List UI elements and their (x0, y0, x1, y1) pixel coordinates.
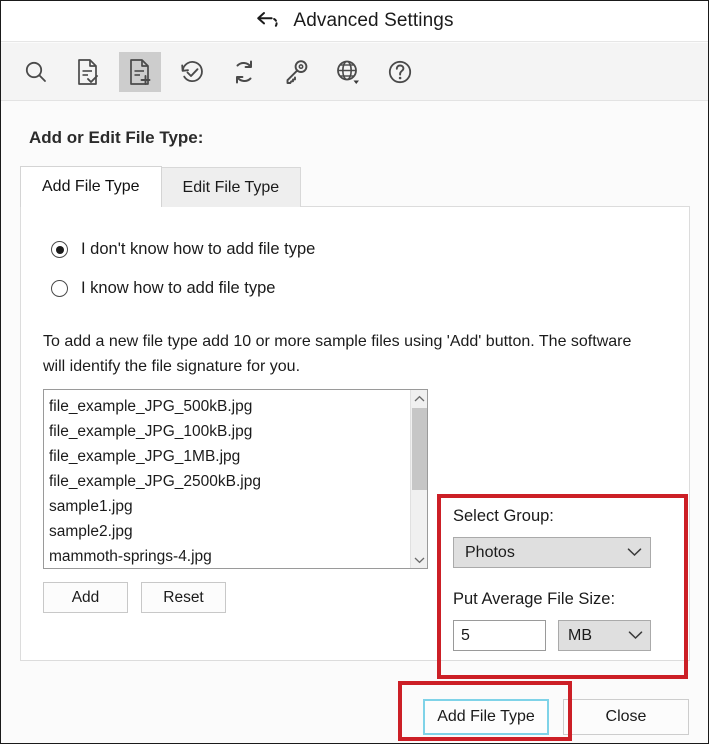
tab-edit-file-type[interactable]: Edit File Type (160, 167, 302, 207)
scroll-up-icon[interactable] (411, 390, 427, 407)
refresh-icon (231, 58, 257, 86)
select-group-dropdown[interactable]: Photos (453, 537, 651, 568)
back-arrow-icon[interactable] (255, 10, 281, 32)
radio-button[interactable] (51, 280, 68, 297)
toolbar-button-recovery-history[interactable] (171, 52, 213, 92)
add-button[interactable]: Add (43, 582, 128, 613)
radio-label: I don't know how to add file type (81, 240, 316, 258)
select-group-value: Photos (465, 543, 515, 561)
tab-add-file-type[interactable]: Add File Type (20, 166, 162, 207)
toolbar-button-license-key[interactable] (275, 52, 317, 92)
list-item[interactable]: file_example_JPG_500kB.jpg (49, 394, 410, 419)
radio-option-know[interactable]: I know how to add file type (51, 279, 275, 298)
toolbar-button-help[interactable] (379, 52, 421, 92)
page-title: Add or Edit File Type: (29, 128, 204, 147)
tab-panel-add-file-type: I don't know how to add file type I know… (20, 206, 690, 679)
chevron-down-icon (628, 627, 643, 645)
radio-button[interactable] (51, 241, 68, 258)
footer-bar: Add File Type Close (1, 686, 708, 743)
scroll-down-icon[interactable] (411, 551, 427, 568)
tab-strip: Add File Type Edit File Type (20, 166, 302, 207)
globe-dropdown-icon (334, 58, 362, 86)
advanced-settings-window: Advanced Settings Add or Edit File Type:… (0, 0, 709, 744)
list-item[interactable]: file_example_JPG_2500kB.jpg (49, 469, 410, 494)
file-size-unit-value: MB (568, 626, 592, 644)
tab-label: Add File Type (42, 178, 140, 195)
document-check-icon (75, 58, 101, 86)
listbox-scrollbar[interactable] (410, 390, 427, 568)
instruction-text: To add a new file type add 10 or more sa… (43, 333, 632, 375)
search-icon (23, 59, 49, 85)
toolbar (1, 43, 708, 101)
toolbar-button-add-file-type[interactable] (119, 51, 161, 92)
help-question-icon (386, 58, 414, 86)
toolbar-button-verify-file-type[interactable] (67, 52, 109, 92)
list-item[interactable]: file_example_JPG_1MB.jpg (49, 444, 410, 469)
radio-option-dont-know[interactable]: I don't know how to add file type (51, 240, 315, 259)
group-settings-area: Select Group: Photos Put Average File Si… (453, 507, 683, 651)
close-button[interactable]: Close (563, 699, 689, 735)
file-size-unit-dropdown[interactable]: MB (558, 620, 651, 651)
chevron-down-icon (627, 544, 642, 562)
radio-label: I know how to add file type (81, 279, 276, 297)
window-title: Advanced Settings (293, 10, 454, 31)
list-item[interactable]: mammoth-springs-4.jpg (49, 544, 410, 568)
sample-files-listbox[interactable]: file_example_JPG_500kB.jpg file_example_… (43, 389, 428, 569)
settings-body: Add or Edit File Type: Add File Type Edi… (1, 101, 708, 743)
list-item[interactable]: sample1.jpg (49, 494, 410, 519)
list-item[interactable]: sample2.jpg (49, 519, 410, 544)
reset-button[interactable]: Reset (141, 582, 226, 613)
average-file-size-label: Put Average File Size: (453, 590, 616, 608)
sample-files-list: file_example_JPG_500kB.jpg file_example_… (44, 390, 410, 568)
scrollbar-thumb[interactable] (412, 408, 427, 490)
toolbar-button-search[interactable] (15, 52, 57, 92)
title-bar: Advanced Settings (1, 1, 708, 42)
list-action-buttons: Add Reset (43, 582, 226, 613)
toolbar-button-refresh[interactable] (223, 52, 265, 92)
key-icon (282, 58, 310, 86)
list-item[interactable]: file_example_JPG_100kB.jpg (49, 419, 410, 444)
toolbar-button-language[interactable] (327, 52, 369, 92)
clock-check-icon (178, 58, 206, 86)
tab-label: Edit File Type (182, 178, 280, 196)
select-group-label: Select Group: (453, 507, 554, 525)
average-file-size-input[interactable]: 5 (453, 620, 546, 651)
add-file-type-button[interactable]: Add File Type (423, 699, 549, 735)
document-plus-icon (127, 58, 153, 86)
